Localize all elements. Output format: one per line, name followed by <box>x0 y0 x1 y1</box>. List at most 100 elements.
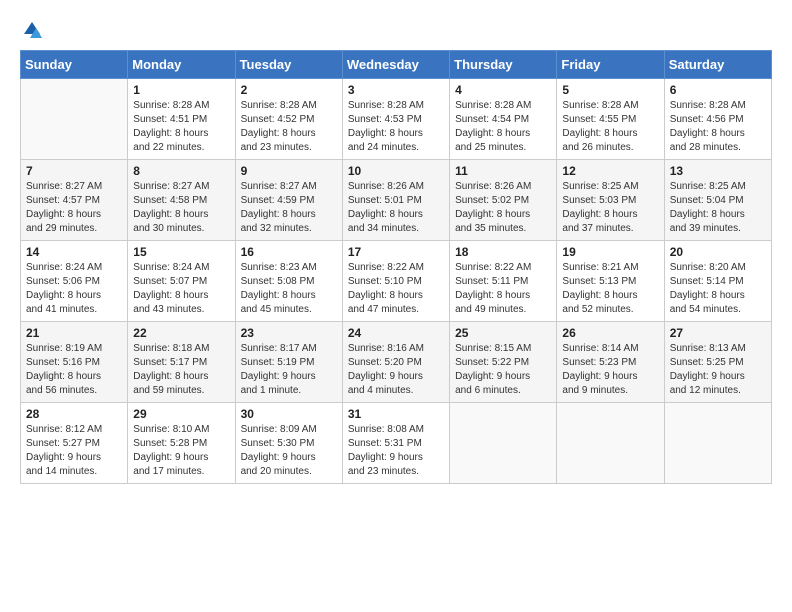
calendar-cell: 8 Sunrise: 8:27 AMSunset: 4:58 PMDaylight… <box>128 160 235 241</box>
day-number: 25 <box>455 326 551 340</box>
day-info: Sunrise: 8:28 AMSunset: 4:53 PMDaylight:… <box>348 99 444 155</box>
day-number: 20 <box>670 245 766 259</box>
calendar-cell: 28 Sunrise: 8:12 AMSunset: 5:27 PMDayligh… <box>21 403 128 484</box>
day-number: 13 <box>670 164 766 178</box>
day-info: Sunrise: 8:14 AMSunset: 5:23 PMDaylight:… <box>562 342 658 398</box>
day-number: 22 <box>133 326 229 340</box>
day-number: 12 <box>562 164 658 178</box>
day-number: 6 <box>670 83 766 97</box>
day-number: 29 <box>133 407 229 421</box>
day-number: 10 <box>348 164 444 178</box>
day-number: 5 <box>562 83 658 97</box>
day-info: Sunrise: 8:27 AMSunset: 4:58 PMDaylight:… <box>133 180 229 236</box>
day-number: 17 <box>348 245 444 259</box>
day-number: 11 <box>455 164 551 178</box>
calendar-cell: 29 Sunrise: 8:10 AMSunset: 5:28 PMDayligh… <box>128 403 235 484</box>
calendar-cell: 4Sunrise: 8:28 AMSunset: 4:54 PMDaylight… <box>450 79 557 160</box>
calendar-cell: 13 Sunrise: 8:25 AMSunset: 5:04 PMDayligh… <box>664 160 771 241</box>
header-cell-saturday: Saturday <box>664 51 771 79</box>
header-cell-sunday: Sunday <box>21 51 128 79</box>
calendar-cell: 6Sunrise: 8:28 AMSunset: 4:56 PMDaylight… <box>664 79 771 160</box>
calendar-cell: 30Sunrise: 8:09 AMSunset: 5:30 PMDayligh… <box>235 403 342 484</box>
logo <box>20 20 44 40</box>
calendar-week-5: 28 Sunrise: 8:12 AMSunset: 5:27 PMDayligh… <box>21 403 772 484</box>
calendar-cell: 17 Sunrise: 8:22 AMSunset: 5:10 PMDayligh… <box>342 241 449 322</box>
page-header <box>20 20 772 40</box>
logo-icon <box>22 20 42 40</box>
header-cell-monday: Monday <box>128 51 235 79</box>
day-info: Sunrise: 8:26 AMSunset: 5:01 PMDaylight:… <box>348 180 444 236</box>
day-number: 19 <box>562 245 658 259</box>
day-info: Sunrise: 8:24 AMSunset: 5:07 PMDaylight:… <box>133 261 229 317</box>
calendar-week-1: 1Sunrise: 8:28 AMSunset: 4:51 PMDaylight… <box>21 79 772 160</box>
day-info: Sunrise: 8:22 AMSunset: 5:10 PMDaylight:… <box>348 261 444 317</box>
calendar-cell: 31 Sunrise: 8:08 AMSunset: 5:31 PMDayligh… <box>342 403 449 484</box>
day-info: Sunrise: 8:21 AMSunset: 5:13 PMDaylight:… <box>562 261 658 317</box>
calendar-cell: 24 Sunrise: 8:16 AMSunset: 5:20 PMDayligh… <box>342 322 449 403</box>
calendar-cell: 20 Sunrise: 8:20 AMSunset: 5:14 PMDayligh… <box>664 241 771 322</box>
day-number: 30 <box>241 407 337 421</box>
day-number: 8 <box>133 164 229 178</box>
calendar-cell: 19 Sunrise: 8:21 AMSunset: 5:13 PMDayligh… <box>557 241 664 322</box>
calendar-cell: 5 Sunrise: 8:28 AMSunset: 4:55 PMDaylight… <box>557 79 664 160</box>
day-number: 28 <box>26 407 122 421</box>
calendar-cell: 2 Sunrise: 8:28 AMSunset: 4:52 PMDaylight… <box>235 79 342 160</box>
day-info: Sunrise: 8:22 AMSunset: 5:11 PMDaylight:… <box>455 261 551 317</box>
calendar-week-2: 7 Sunrise: 8:27 AMSunset: 4:57 PMDaylight… <box>21 160 772 241</box>
calendar-cell: 25Sunrise: 8:15 AMSunset: 5:22 PMDayligh… <box>450 322 557 403</box>
calendar-cell: 16 Sunrise: 8:23 AMSunset: 5:08 PMDayligh… <box>235 241 342 322</box>
day-info: Sunrise: 8:27 AMSunset: 4:59 PMDaylight:… <box>241 180 337 236</box>
calendar-cell: 12 Sunrise: 8:25 AMSunset: 5:03 PMDayligh… <box>557 160 664 241</box>
header-cell-thursday: Thursday <box>450 51 557 79</box>
day-number: 21 <box>26 326 122 340</box>
day-info: Sunrise: 8:27 AMSunset: 4:57 PMDaylight:… <box>26 180 122 236</box>
calendar-cell: 27Sunrise: 8:13 AMSunset: 5:25 PMDayligh… <box>664 322 771 403</box>
day-number: 3 <box>348 83 444 97</box>
calendar-cell: 22Sunrise: 8:18 AMSunset: 5:17 PMDayligh… <box>128 322 235 403</box>
day-info: Sunrise: 8:25 AMSunset: 5:04 PMDaylight:… <box>670 180 766 236</box>
calendar-cell: 15 Sunrise: 8:24 AMSunset: 5:07 PMDayligh… <box>128 241 235 322</box>
day-info: Sunrise: 8:24 AMSunset: 5:06 PMDaylight:… <box>26 261 122 317</box>
day-number: 16 <box>241 245 337 259</box>
day-number: 31 <box>348 407 444 421</box>
day-info: Sunrise: 8:26 AMSunset: 5:02 PMDaylight:… <box>455 180 551 236</box>
day-number: 1 <box>133 83 229 97</box>
calendar-week-4: 21 Sunrise: 8:19 AMSunset: 5:16 PMDayligh… <box>21 322 772 403</box>
day-info: Sunrise: 8:12 AMSunset: 5:27 PMDaylight:… <box>26 423 122 479</box>
header-cell-friday: Friday <box>557 51 664 79</box>
calendar-cell: 26 Sunrise: 8:14 AMSunset: 5:23 PMDayligh… <box>557 322 664 403</box>
day-number: 23 <box>241 326 337 340</box>
calendar-cell <box>664 403 771 484</box>
calendar-table: SundayMondayTuesdayWednesdayThursdayFrid… <box>20 50 772 484</box>
calendar-cell <box>450 403 557 484</box>
calendar-cell: 23 Sunrise: 8:17 AMSunset: 5:19 PMDayligh… <box>235 322 342 403</box>
day-info: Sunrise: 8:25 AMSunset: 5:03 PMDaylight:… <box>562 180 658 236</box>
calendar-cell: 14Sunrise: 8:24 AMSunset: 5:06 PMDayligh… <box>21 241 128 322</box>
day-info: Sunrise: 8:28 AMSunset: 4:55 PMDaylight:… <box>562 99 658 155</box>
day-number: 26 <box>562 326 658 340</box>
day-info: Sunrise: 8:17 AMSunset: 5:19 PMDaylight:… <box>241 342 337 398</box>
day-info: Sunrise: 8:08 AMSunset: 5:31 PMDaylight:… <box>348 423 444 479</box>
day-info: Sunrise: 8:16 AMSunset: 5:20 PMDaylight:… <box>348 342 444 398</box>
day-info: Sunrise: 8:10 AMSunset: 5:28 PMDaylight:… <box>133 423 229 479</box>
day-number: 7 <box>26 164 122 178</box>
calendar-cell: 11 Sunrise: 8:26 AMSunset: 5:02 PMDayligh… <box>450 160 557 241</box>
day-info: Sunrise: 8:28 AMSunset: 4:52 PMDaylight:… <box>241 99 337 155</box>
calendar-cell: 18 Sunrise: 8:22 AMSunset: 5:11 PMDayligh… <box>450 241 557 322</box>
day-number: 2 <box>241 83 337 97</box>
day-number: 18 <box>455 245 551 259</box>
day-number: 9 <box>241 164 337 178</box>
day-info: Sunrise: 8:20 AMSunset: 5:14 PMDaylight:… <box>670 261 766 317</box>
day-info: Sunrise: 8:13 AMSunset: 5:25 PMDaylight:… <box>670 342 766 398</box>
day-info: Sunrise: 8:19 AMSunset: 5:16 PMDaylight:… <box>26 342 122 398</box>
day-number: 24 <box>348 326 444 340</box>
calendar-cell: 3 Sunrise: 8:28 AMSunset: 4:53 PMDaylight… <box>342 79 449 160</box>
calendar-cell: 21 Sunrise: 8:19 AMSunset: 5:16 PMDayligh… <box>21 322 128 403</box>
calendar-cell: 1Sunrise: 8:28 AMSunset: 4:51 PMDaylight… <box>128 79 235 160</box>
day-number: 15 <box>133 245 229 259</box>
day-number: 4 <box>455 83 551 97</box>
calendar-cell <box>21 79 128 160</box>
calendar-cell <box>557 403 664 484</box>
header-row: SundayMondayTuesdayWednesdayThursdayFrid… <box>21 51 772 79</box>
day-info: Sunrise: 8:23 AMSunset: 5:08 PMDaylight:… <box>241 261 337 317</box>
